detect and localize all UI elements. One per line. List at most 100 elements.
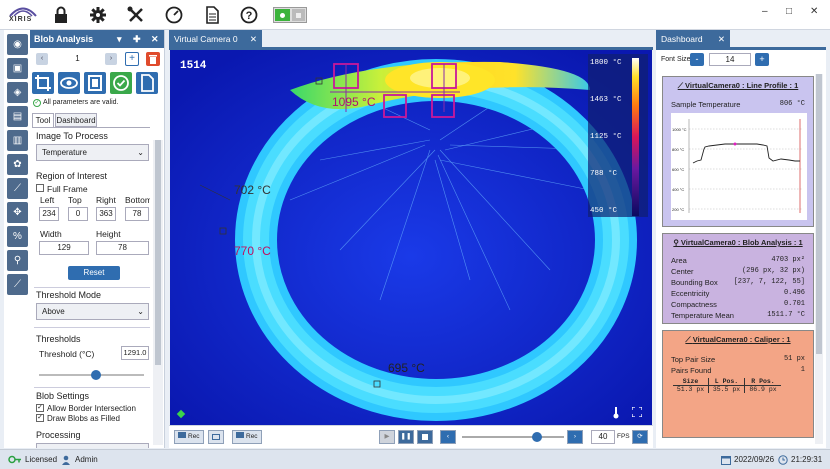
roi-height-input[interactable]: 78 xyxy=(96,241,149,255)
tab-tool-label: Tool xyxy=(35,116,51,125)
report-button[interactable] xyxy=(136,72,158,94)
close-panel-icon[interactable]: ✕ xyxy=(151,30,159,48)
playback-slider[interactable] xyxy=(462,432,564,442)
tool-button-palette[interactable]: ✿ xyxy=(7,154,28,175)
tool-button-caliper[interactable]: ⟋ xyxy=(7,274,28,295)
caliper-icon: ⟋ xyxy=(14,279,21,290)
line-profile-card[interactable]: ⟋ VirtualCamera0 : Line Profile : 1 Samp… xyxy=(662,76,814,227)
font-size-input[interactable]: 14 xyxy=(709,53,751,66)
refresh-button[interactable]: ⟳ xyxy=(632,430,648,444)
eye-button[interactable] xyxy=(58,72,80,94)
snapshot-button[interactable] xyxy=(208,430,224,444)
gear-icon[interactable] xyxy=(89,6,107,24)
tool-button-panel[interactable]: ▤ xyxy=(7,106,28,127)
thermal-image[interactable]: 1514 1095 °C 702 °C 770 °C 695 °C 1800 °… xyxy=(170,50,652,425)
reset-button[interactable]: Reset xyxy=(68,266,120,280)
caliper-row-value: 51 px xyxy=(783,355,805,363)
close-window-button[interactable]: ✕ xyxy=(810,6,818,17)
document-icon[interactable] xyxy=(203,6,221,24)
allow-border-checkbox[interactable]: ✓ xyxy=(36,404,44,412)
delete-tool-button[interactable] xyxy=(146,52,160,66)
fps-input[interactable]: 40 xyxy=(591,430,615,444)
fullscreen-icon[interactable] xyxy=(632,407,642,417)
blob-row-value: 4703 px² xyxy=(771,256,805,264)
threshold-slider[interactable] xyxy=(39,370,144,380)
prev-index-button[interactable]: ‹ xyxy=(36,53,48,65)
full-frame-label: Full Frame xyxy=(47,184,88,194)
font-increase-button[interactable]: + xyxy=(755,53,769,66)
image-to-process-select[interactable]: Temperature ⌄ xyxy=(36,144,149,161)
tool-button-blob[interactable]: ⚲ xyxy=(7,250,28,271)
dashboard-tab[interactable]: Dashboard ✕ xyxy=(656,30,730,48)
scroll-thumb[interactable] xyxy=(155,140,161,365)
blob-row: Compactness 0.701 xyxy=(671,300,805,309)
font-decrease-button[interactable]: - xyxy=(690,53,704,66)
tools-icon[interactable] xyxy=(127,6,145,24)
threshold-c-input[interactable]: 1291.0 xyxy=(121,346,149,360)
index-value[interactable]: 1 xyxy=(70,54,85,63)
tab-tool[interactable]: Tool xyxy=(32,113,54,127)
y-tick-200: 200 °C xyxy=(672,207,685,212)
draw-blobs-checkbox[interactable]: ✓ xyxy=(36,414,44,422)
slider-thumb[interactable] xyxy=(91,370,102,380)
minimize-button[interactable]: – xyxy=(762,6,768,17)
playback-thumb[interactable] xyxy=(531,432,542,442)
lock-icon[interactable] xyxy=(52,6,70,24)
roi-width-input[interactable]: 129 xyxy=(39,241,89,255)
play-button[interactable]: ▶ xyxy=(379,430,395,444)
crop-button[interactable] xyxy=(32,72,54,94)
pause-button[interactable]: ❚❚ xyxy=(398,430,414,444)
threshold-mode-select[interactable]: Above ⌄ xyxy=(36,303,149,320)
roi-left-input[interactable]: 234 xyxy=(39,207,59,221)
help-icon[interactable]: ? xyxy=(240,6,258,24)
add-tool-button[interactable]: + xyxy=(125,52,139,66)
scroll-thumb[interactable] xyxy=(816,74,822,354)
tab-dashboard[interactable]: Dashboard xyxy=(55,113,97,127)
toggle-off-segment xyxy=(292,9,305,21)
record-image-button[interactable]: Rec xyxy=(232,430,262,444)
check-button[interactable] xyxy=(110,72,132,94)
tool-button-camera[interactable]: ◉ xyxy=(7,34,28,55)
tool-button-percent[interactable]: % xyxy=(7,226,28,247)
roi-top-label: Top xyxy=(68,195,82,205)
blob-row-label: Center xyxy=(671,267,694,276)
record-video-button[interactable]: Rec xyxy=(174,430,204,444)
step-forward-button[interactable]: › xyxy=(567,430,583,444)
dropdown-icon[interactable]: ▾ xyxy=(117,30,122,48)
stop-button[interactable] xyxy=(417,430,433,444)
film-button[interactable] xyxy=(84,72,106,94)
panel-scrollbar[interactable] xyxy=(153,140,163,445)
camera-tab[interactable]: Virtual Camera 0 ✕ xyxy=(169,30,262,48)
table-header: L Pos. xyxy=(709,378,745,385)
close-tab-icon[interactable]: ✕ xyxy=(250,30,257,48)
maximize-button[interactable]: □ xyxy=(786,6,792,17)
close-tab-icon[interactable]: ✕ xyxy=(718,30,725,48)
tool-button-line-profile[interactable]: ⟋ xyxy=(7,178,28,199)
roi-right-label: Right xyxy=(96,195,116,205)
tool-button-layers[interactable]: ◈ xyxy=(7,82,28,103)
step-back-button[interactable]: ‹ xyxy=(440,430,456,444)
dashboard-scrollbar[interactable] xyxy=(815,74,823,444)
next-index-button[interactable]: › xyxy=(105,53,117,65)
tool-button-crosshair[interactable]: ✥ xyxy=(7,202,28,223)
caliper-card[interactable]: ⟋ VirtualCamera0 : Caliper : 1 Top Pair … xyxy=(662,330,814,438)
roi-bottom-input[interactable]: 78 xyxy=(125,207,149,221)
blob-row-value: 1511.7 °C xyxy=(767,311,805,319)
blob-panel-title: Blob Analysis xyxy=(34,34,94,44)
font-size-label: Font Size xyxy=(661,56,691,63)
blob-row-label: Eccentricity xyxy=(671,289,710,298)
roi-right-input[interactable]: 363 xyxy=(96,207,116,221)
blob-analysis-card[interactable]: ⚲ VirtualCamera0 : Blob Analysis : 1 Are… xyxy=(662,233,814,324)
mode-toggle[interactable] xyxy=(273,7,307,23)
processing-select[interactable] xyxy=(36,443,149,448)
clock-icon xyxy=(778,455,788,465)
user-icon xyxy=(61,455,71,465)
full-frame-checkbox[interactable] xyxy=(36,184,44,192)
tool-button-film[interactable]: ▥ xyxy=(7,130,28,151)
y-tick-400: 400 °C xyxy=(672,187,685,192)
roi-top-input[interactable]: 0 xyxy=(68,207,88,221)
tool-button-image[interactable]: ▣ xyxy=(7,58,28,79)
thermometer-icon[interactable] xyxy=(612,407,620,419)
gauge-icon[interactable] xyxy=(165,6,183,24)
pin-icon[interactable]: ✚ xyxy=(133,30,141,48)
